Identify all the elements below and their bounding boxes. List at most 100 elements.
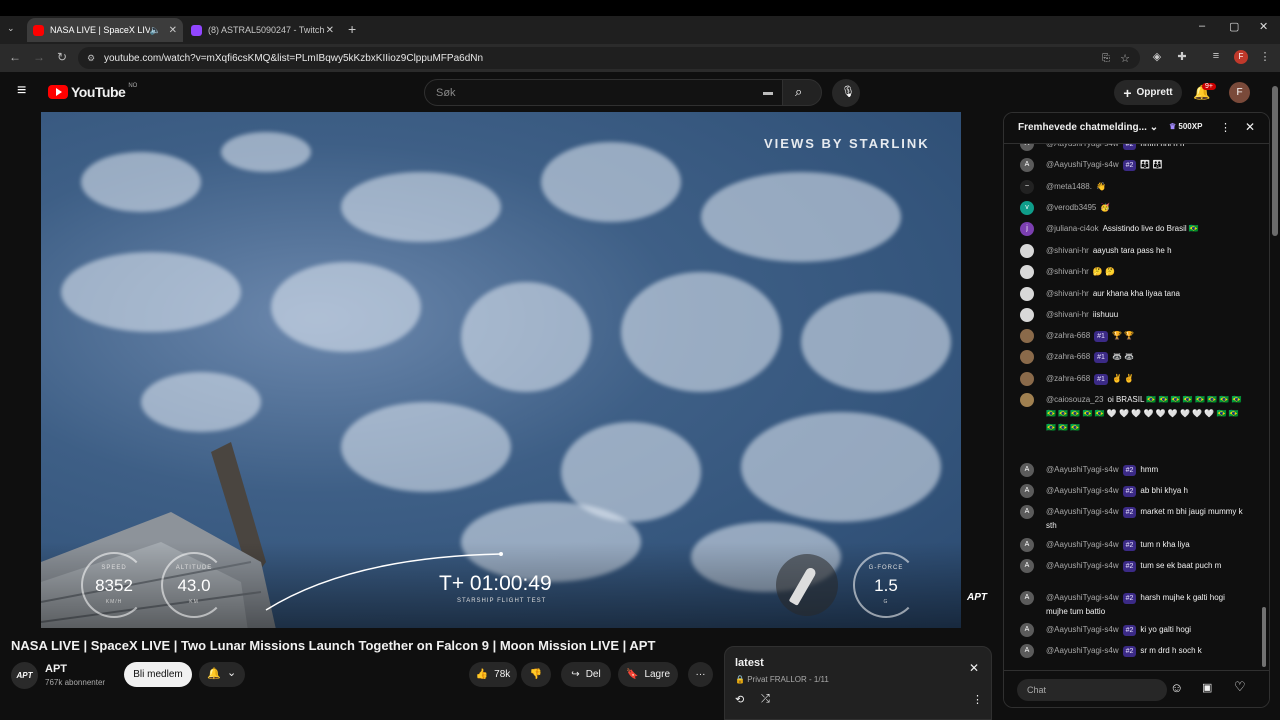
author-avatar[interactable]: A <box>1020 538 1034 552</box>
author-name[interactable]: @AayushiTyagi-s4w <box>1046 507 1119 516</box>
youtube-logo[interactable]: YouTube NO <box>48 83 137 100</box>
bookmark-star-icon[interactable]: ☆ <box>1120 52 1130 65</box>
channel-watermark[interactable]: APT <box>967 592 993 603</box>
author-avatar[interactable]: A <box>1020 623 1034 637</box>
author-name[interactable]: @AayushiTyagi-s4w <box>1046 625 1119 634</box>
join-button[interactable]: Bli medlem <box>124 662 192 687</box>
author-avatar[interactable]: A <box>1020 463 1034 477</box>
create-button[interactable]: + Opprett <box>1114 80 1182 105</box>
author-name[interactable]: @verodb3495 <box>1046 203 1096 212</box>
author-name[interactable]: @juliana-ci4ok <box>1046 224 1099 233</box>
author-avatar[interactable] <box>1020 393 1034 407</box>
author-avatar[interactable]: A <box>1020 591 1034 605</box>
account-avatar[interactable]: F <box>1229 82 1250 103</box>
speaker-icon[interactable]: 🔈 <box>150 25 161 36</box>
author-name[interactable]: @AayushiTyagi-s4w <box>1046 540 1119 549</box>
close-playlist-icon[interactable]: ✕ <box>969 661 979 675</box>
page-scrollbar[interactable] <box>1272 86 1278 236</box>
author-name[interactable]: @zahra-668 <box>1046 331 1090 340</box>
author-name[interactable]: @meta1488. <box>1046 182 1092 191</box>
chat-mode-dropdown[interactable]: Fremhevede chatmelding... ⌄ <box>1018 122 1158 133</box>
author-avatar[interactable]: A <box>1020 505 1034 519</box>
chat-menu-icon[interactable]: ⋮ <box>1220 121 1231 134</box>
shuffle-icon[interactable]: ⤮ <box>761 693 770 706</box>
extension-icon[interactable]: ◈ <box>1150 50 1164 64</box>
author-name[interactable]: @AayushiTyagi-s4w <box>1046 561 1119 570</box>
close-tab-icon[interactable]: ✕ <box>326 25 334 36</box>
site-info-icon[interactable]: ⚙ <box>87 53 95 64</box>
author-name[interactable]: @shivani-hr <box>1046 310 1089 319</box>
author-name[interactable]: @zahra-668 <box>1046 352 1090 361</box>
tab-twitch[interactable]: (8) ASTRAL5090247 - Twitch ✕ <box>185 18 340 42</box>
tab-search-icon[interactable]: ⌄ <box>7 23 15 34</box>
author-avatar[interactable] <box>1020 350 1034 364</box>
video-player[interactable]: VIEWS BY STARLINK SPEED 8352 KM/H ALTITU… <box>41 112 961 628</box>
heart-icon[interactable]: ♡ <box>1234 679 1246 695</box>
reload-icon[interactable]: ↻ <box>57 50 67 64</box>
author-name[interactable]: @AayushiTyagi-s4w <box>1046 486 1119 495</box>
author-avatar[interactable] <box>1020 287 1034 301</box>
share-button[interactable]: ↪ Del <box>561 662 611 687</box>
emoji-icon[interactable]: ☺ <box>1170 680 1183 695</box>
puzzle-icon[interactable]: ✚ <box>1175 50 1189 64</box>
channel-avatar[interactable]: APT <box>11 662 38 689</box>
chat-input[interactable]: Chat <box>1017 679 1167 701</box>
install-icon[interactable]: ⎘ <box>1102 53 1110 64</box>
message-body: @AayushiTyagi-s4w #2 sr m drd h soch k <box>1046 644 1246 658</box>
author-name[interactable]: @AayushiTyagi-s4w <box>1046 646 1119 655</box>
author-avatar[interactable] <box>1020 244 1034 258</box>
tab-youtube[interactable]: NASA LIVE | SpaceX LIVE | T 🔈 ✕ <box>27 18 183 42</box>
author-avatar[interactable]: ~ <box>1020 180 1034 194</box>
save-button[interactable]: 🔖 Lagre <box>618 662 678 687</box>
author-avatar[interactable] <box>1020 329 1034 343</box>
author-avatar[interactable] <box>1020 308 1034 322</box>
like-button[interactable]: 👍 78k <box>469 662 517 687</box>
dislike-button[interactable]: 👎 <box>521 662 551 687</box>
keyboard-icon[interactable]: ▬ <box>763 87 773 98</box>
author-avatar[interactable] <box>1020 265 1034 279</box>
author-name[interactable]: @AayushiTyagi-s4w <box>1046 593 1119 602</box>
author-name[interactable]: @zahra-668 <box>1046 374 1090 383</box>
message-body: @AayushiTyagi-s4w #2 harsh mujhe k galti h… <box>1046 591 1246 619</box>
notification-button[interactable]: 🔔 ⌄ <box>199 662 245 687</box>
message-text: hmm <box>1140 465 1159 474</box>
author-avatar[interactable]: A <box>1020 484 1034 498</box>
media-icon[interactable]: ≡ <box>1209 50 1223 64</box>
channel-name[interactable]: APT <box>45 663 67 675</box>
profile-avatar[interactable]: F <box>1234 50 1248 64</box>
author-avatar[interactable]: j <box>1020 222 1034 236</box>
browser-menu-icon[interactable]: ⋮ <box>1258 50 1272 64</box>
attitude-indicator <box>776 554 838 616</box>
author-avatar[interactable]: A <box>1020 559 1034 573</box>
chat-scrollbar[interactable] <box>1262 607 1266 667</box>
author-name[interactable]: @shivani-hr <box>1046 267 1089 276</box>
search-button[interactable]: ⌕ <box>782 79 822 106</box>
author-avatar[interactable]: A <box>1020 644 1034 658</box>
xp-badge[interactable]: ♛ 500XP <box>1169 122 1202 131</box>
author-avatar[interactable]: v <box>1020 201 1034 215</box>
loop-icon[interactable]: ⟲ <box>735 693 744 706</box>
back-icon[interactable]: ← <box>9 50 21 64</box>
youtube-logo-text: YouTube <box>71 84 126 100</box>
minimize-icon[interactable]: – <box>1199 20 1205 32</box>
author-name[interactable]: @caiosouza_23 <box>1046 395 1104 404</box>
menu-icon[interactable]: ≡ <box>17 82 26 100</box>
close-chat-icon[interactable]: ✕ <box>1245 120 1255 134</box>
playlist-menu-icon[interactable]: ⋮ <box>972 693 983 706</box>
maximize-icon[interactable]: ▢ <box>1229 20 1239 33</box>
author-name[interactable]: @AayushiTyagi-s4w <box>1046 465 1119 474</box>
more-actions-button[interactable]: ··· <box>688 662 713 687</box>
super-chat-icon[interactable]: ▣ <box>1202 681 1212 694</box>
address-bar[interactable]: ⚙ youtube.com/watch?v=mXqfi6csKMQ&list=P… <box>78 47 1140 69</box>
voice-search-button[interactable]: 🎙 <box>832 79 860 107</box>
close-window-icon[interactable]: ✕ <box>1259 20 1268 33</box>
author-name[interactable]: @shivani-hr <box>1046 289 1089 298</box>
author-avatar[interactable]: A <box>1020 158 1034 172</box>
forward-icon[interactable]: → <box>33 50 45 64</box>
author-name[interactable]: @AayushiTyagi-s4w <box>1046 160 1119 169</box>
search-input[interactable]: Søk ▬ <box>424 79 784 106</box>
author-name[interactable]: @shivani-hr <box>1046 246 1089 255</box>
new-tab-button[interactable]: + <box>348 21 356 37</box>
close-tab-icon[interactable]: ✕ <box>169 25 177 36</box>
author-avatar[interactable] <box>1020 372 1034 386</box>
